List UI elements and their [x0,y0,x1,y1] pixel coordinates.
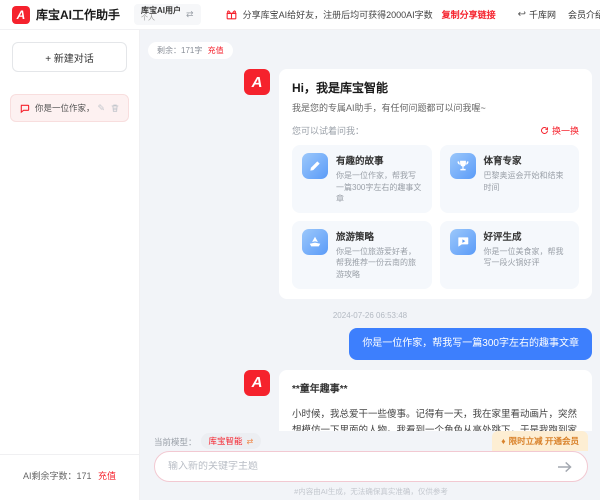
sidebar-footer: AI剩余字数：171 充值 [0,454,139,500]
assistant-message-card: **童年趣事** 小时候，我总爱干一些傻事。记得有一天，我在家里看动画片，突然想… [279,370,592,432]
back-site-label: 千库网 [529,8,556,21]
gift-icon [225,8,238,21]
app-title: 库宝AI工作助手 [36,6,120,23]
travel-icon [302,229,328,255]
refresh-label: 换一换 [552,124,579,137]
membership-label: 会员介绍 [568,8,600,21]
header-nav: ↩ 千库网 会员介绍 ♥ 限时 [518,5,600,24]
model-selector[interactable]: 库宝智能 ⇄ [201,433,262,449]
suggestion-card-travel[interactable]: 旅游策略 你是一位旅游爱好者，帮我推荐一份云南的旅游攻略 [292,221,432,289]
welcome-card: Hi，我是库宝智能 我是您的专属AI助手，有任何问题都可以问我喔~ 您可以试着问… [279,69,592,299]
share-promo: 分享库宝AI给好友，注册后均可获得2000AI字数 复制分享链接 [225,8,496,21]
suggestion-card-sports[interactable]: 体育专家 巴黎奥运会开始和结束时间 [440,145,580,213]
suggestion-grid: 有趣的故事 你是一位作家，帮我写一篇300字左右的趣事文章 体育专家 巴黎奥运会… [292,145,579,289]
refresh-icon [540,126,549,135]
trophy-icon [450,153,476,179]
account-switcher[interactable]: 库宝AI用户 个人 ⇄ [134,4,201,26]
suggestion-title: 好评生成 [484,229,570,243]
chat-thread[interactable]: 剩余：171字 充值 A Hi，我是库宝智能 我是您的专属AI助手，有任何问题都… [140,30,600,432]
chat-bubble-icon [19,103,30,114]
assistant-message-title: **童年趣事** [292,380,579,395]
top-header: A 库宝AI工作助手 库宝AI用户 个人 ⇄ 分享库宝AI给好友，注册后均可获得… [0,0,600,30]
app-logo-icon: A [12,6,30,24]
welcome-subtitle: 我是您的专属AI助手，有任何问题都可以问我喔~ [292,101,579,114]
swap-account-icon[interactable]: ⇄ [186,9,194,20]
pen-icon [302,153,328,179]
suggestion-title: 有趣的故事 [336,153,422,167]
suggestion-title: 旅游策略 [336,229,422,243]
refresh-suggestions-button[interactable]: 换一换 [540,124,579,137]
user-message-row: 你是一位作家，帮我写一篇300字左右的趣事文章 [148,328,592,360]
suggestion-card-review[interactable]: 好评生成 你是一位美食家，帮我写一段火锅好评 [440,221,580,289]
chat-history-title: 你是一位作家，帮... [35,102,92,114]
return-arrow-icon: ↩ [518,9,526,20]
message-input-box[interactable] [154,451,588,482]
assistant-message: A **童年趣事** 小时候，我总爱干一些傻事。记得有一天，我在家里看动画片，突… [244,370,592,432]
suggestion-desc: 你是一位作家，帮我写一篇300字左右的趣事文章 [336,170,422,205]
recharge-link-top[interactable]: 充值 [208,46,224,55]
delete-chat-icon[interactable] [110,103,120,113]
ai-remaining-count: AI剩余字数：171 [23,471,92,481]
swap-model-icon: ⇄ [247,437,254,446]
diamond-icon: ♦ [501,436,505,446]
model-name: 库宝智能 [209,435,243,447]
assistant-avatar: A [244,370,270,396]
account-name: 库宝AI用户 [141,6,181,16]
assistant-paragraph: 小时候，我总爱干一些傻事。记得有一天，我在家里看动画片，突然想模仿一下里面的人物… [292,407,579,432]
user-message-bubble: 你是一位作家，帮我写一篇300字左右的趣事文章 [349,328,592,360]
membership-intro-link[interactable]: 会员介绍 [568,8,600,21]
ai-content-disclaimer: #内容由AI生成，无法确保真实准确，仅供参考 [154,486,588,497]
sidebar: + 新建对话 你是一位作家，帮... ✎ AI剩余字数：171 充值 [0,30,140,500]
chat-main: 剩余：171字 充值 A Hi，我是库宝智能 我是您的专属AI助手，有任何问题都… [140,30,600,500]
welcome-title: Hi，我是库宝智能 [292,79,579,96]
vip-discount-badge[interactable]: ♦ 限时立减 开通会员 [492,431,588,451]
back-to-site-link[interactable]: ↩ 千库网 [518,8,556,21]
edit-chat-icon[interactable]: ✎ [97,103,105,114]
suggestion-card-story[interactable]: 有趣的故事 你是一位作家，帮我写一篇300字左右的趣事文章 [292,145,432,213]
share-promo-text: 分享库宝AI给好友，注册后均可获得2000AI字数 [243,8,433,21]
vip-discount-label: 限时立减 开通会员 [509,435,579,447]
try-ask-label: 您可以试着问我： [292,124,364,137]
review-icon [450,229,476,255]
suggestion-desc: 你是一位美食家，帮我写一段火锅好评 [484,246,570,269]
suggestion-desc: 巴黎奥运会开始和结束时间 [484,170,570,193]
remaining-words-badge: 剩余：171字 充值 [148,42,233,59]
remaining-words-label: 剩余：171字 [157,46,202,55]
new-chat-button[interactable]: + 新建对话 [12,42,127,72]
message-input[interactable] [168,461,556,472]
account-type: 个人 [141,15,181,23]
composer-dock: 当前模型： 库宝智能 ⇄ ♦ 限时立减 开通会员 #内容由AI生成，无法确保真实… [140,431,600,500]
current-model-label: 当前模型： [154,436,197,451]
copy-share-link[interactable]: 复制分享链接 [442,8,496,21]
assistant-avatar: A [244,69,270,95]
message-timestamp: 2024-07-26 06:53:48 [148,311,592,320]
suggestion-title: 体育专家 [484,153,570,167]
suggestion-desc: 你是一位旅游爱好者，帮我推荐一份云南的旅游攻略 [336,246,422,281]
welcome-message: A Hi，我是库宝智能 我是您的专属AI助手，有任何问题都可以问我喔~ 您可以试… [244,69,592,299]
recharge-link[interactable]: 充值 [98,471,116,481]
chat-history-item[interactable]: 你是一位作家，帮... ✎ [10,94,129,122]
send-button[interactable] [556,460,574,474]
